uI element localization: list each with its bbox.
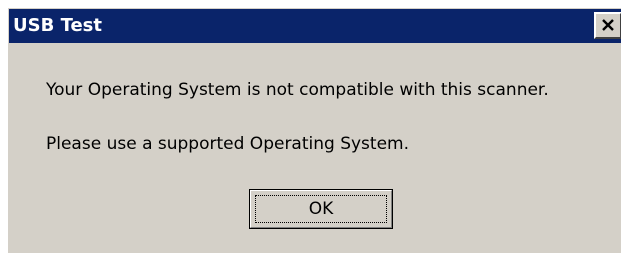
close-icon <box>601 19 615 32</box>
title-bar[interactable]: USB Test <box>9 9 621 43</box>
ok-button[interactable]: OK <box>249 189 393 229</box>
ok-button-label: OK <box>308 199 334 219</box>
close-button[interactable] <box>594 12 621 39</box>
message-line-1: Your Operating System is not compatible … <box>46 80 549 100</box>
ok-button-focus-rect: OK <box>255 195 387 223</box>
message-line-2: Please use a supported Operating System. <box>46 134 410 154</box>
window-title: USB Test <box>13 15 102 36</box>
message-dialog: USB Test Your Operating System is not co… <box>8 8 621 253</box>
